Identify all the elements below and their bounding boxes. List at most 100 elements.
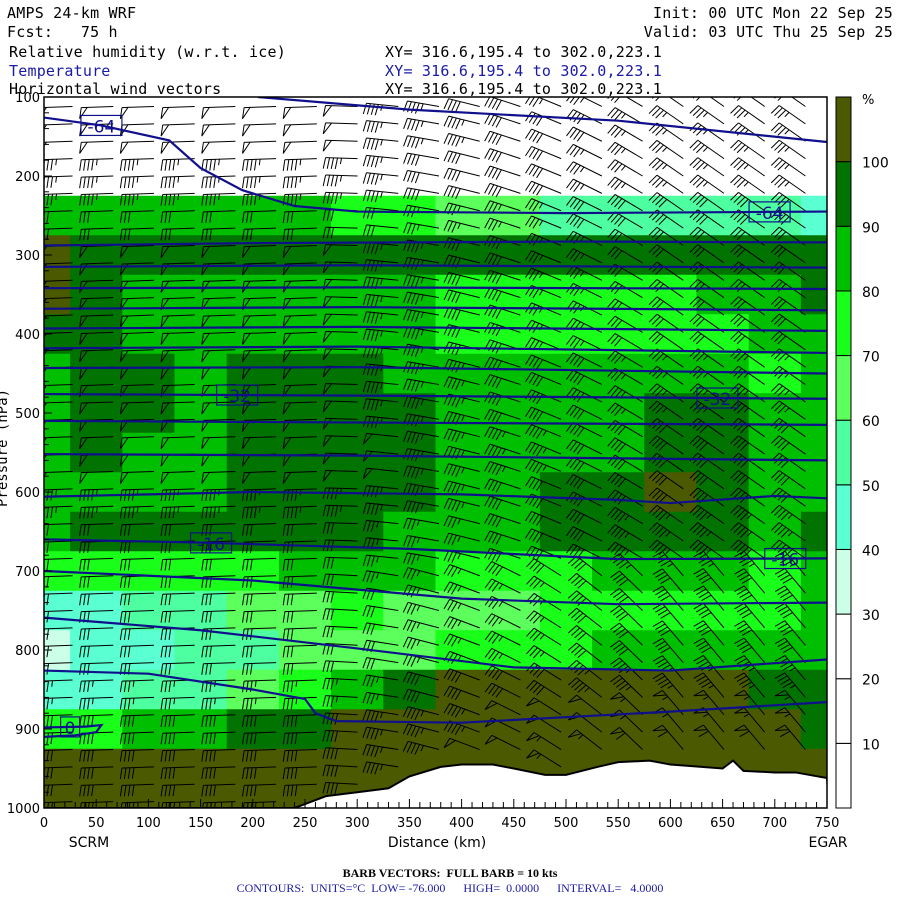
rh-cell (539, 353, 593, 394)
colorbar-swatch (835, 613, 852, 680)
rh-cell (800, 511, 827, 552)
rh-cell (800, 97, 827, 118)
rh-cell (383, 511, 436, 552)
rh-cell (226, 116, 280, 157)
colorbar-swatch (835, 548, 852, 615)
rh-cell (487, 551, 541, 592)
barb-full (690, 88, 698, 96)
rh-cell (748, 709, 802, 750)
x-tick-label: 50 (88, 816, 105, 831)
colorbar-label: 90 (862, 220, 880, 236)
rh-cell (174, 551, 228, 592)
end-station-label: EGAR (809, 835, 848, 851)
rh-cell (800, 195, 827, 236)
rh-cell (70, 748, 123, 789)
rh-cell (800, 314, 827, 355)
rh-cell (70, 393, 123, 434)
colorbar-swatch (835, 96, 852, 163)
barb-full (649, 88, 657, 96)
rh-cell (644, 393, 697, 434)
rh-cell (644, 709, 697, 750)
barb-full (39, 664, 41, 675)
colorbar-swatch (835, 290, 852, 357)
rh-cell (539, 156, 593, 197)
rh-cell (539, 669, 593, 710)
contour-label: 0 (65, 719, 76, 739)
barb-full (39, 681, 41, 692)
rh-cell (592, 314, 645, 355)
barb-full (39, 542, 41, 553)
barb-legend: BARB VECTORS: FULL BARB = 10 kts (342, 866, 558, 880)
rh-cell (122, 235, 175, 276)
colorbar-label: 40 (862, 543, 880, 559)
rh-cell (435, 195, 489, 236)
x-tick-label: 700 (762, 816, 787, 831)
rh-cell (644, 669, 697, 710)
rh-cell (70, 551, 123, 592)
rh-cell (644, 551, 697, 592)
y-tick-label: 200 (15, 170, 40, 185)
rh-cell (331, 669, 384, 710)
x-tick-label: 550 (606, 816, 631, 831)
barb-full (771, 88, 779, 96)
rh-cell (70, 511, 123, 552)
rh-cell (70, 630, 123, 671)
barb-full (39, 699, 41, 710)
rh-cell (174, 432, 228, 473)
rh-cell (122, 511, 175, 552)
rh-cell (800, 116, 827, 157)
rh-cell (174, 235, 228, 276)
barb-full (39, 768, 41, 779)
contour-legend: CONTOURS: UNITS=°C LOW= -76.000 HIGH= 0.… (236, 881, 664, 895)
barb-full (39, 594, 41, 605)
x-tick-label: 400 (449, 816, 474, 831)
rh-cell (70, 353, 123, 394)
contour-label: -64 (756, 204, 784, 224)
colorbar-label: 70 (862, 350, 880, 366)
y-tick-label: 900 (15, 723, 40, 738)
rh-cell (539, 432, 593, 473)
colorbar: 10 20 30 40 50 60 70 80 90 100% (835, 93, 889, 809)
x-tick-label: 650 (710, 816, 735, 831)
rh-cell (592, 195, 645, 236)
rh-cell (800, 156, 827, 197)
y-tick-label: 500 (15, 407, 40, 422)
x-tick-label: 450 (501, 816, 526, 831)
rh-cell (226, 235, 280, 276)
rh-cell (539, 393, 593, 434)
start-station-label: SCRM (69, 835, 109, 851)
barb-full (39, 229, 41, 240)
rh-cell (435, 393, 489, 434)
x-tick-label: 100 (136, 816, 161, 831)
barb-full (39, 751, 41, 762)
rh-cell (800, 709, 827, 750)
x-tick-label: 250 (293, 816, 318, 831)
rh-cell (44, 432, 71, 473)
rh-cell (383, 393, 436, 434)
rh-cell (800, 551, 827, 592)
rh-cell (592, 511, 645, 552)
rh-cell (539, 472, 593, 513)
rh-cell (644, 630, 697, 671)
colorbar-unit: % (862, 93, 874, 108)
rh-cell (70, 669, 123, 710)
colorbar-swatch (835, 419, 852, 486)
x-tick-label: 600 (658, 816, 683, 831)
rh-cell (174, 748, 228, 789)
rh-cell (331, 551, 384, 592)
colorbar-label: 50 (862, 479, 880, 495)
rh-cell (592, 393, 645, 434)
rh-cell (644, 590, 697, 631)
colorbar-label: 30 (862, 608, 880, 624)
rh-cell (70, 235, 123, 276)
rh-cell (70, 195, 123, 236)
y-tick-label: 400 (15, 328, 40, 343)
rh-cell (644, 97, 697, 118)
rh-cell (800, 630, 827, 671)
rh-cell (383, 353, 436, 394)
barb-full (39, 612, 41, 623)
rh-cell (44, 353, 71, 394)
barb-full (39, 194, 41, 205)
colorbar-swatch (835, 225, 852, 292)
contour-label: -32 (223, 387, 251, 407)
